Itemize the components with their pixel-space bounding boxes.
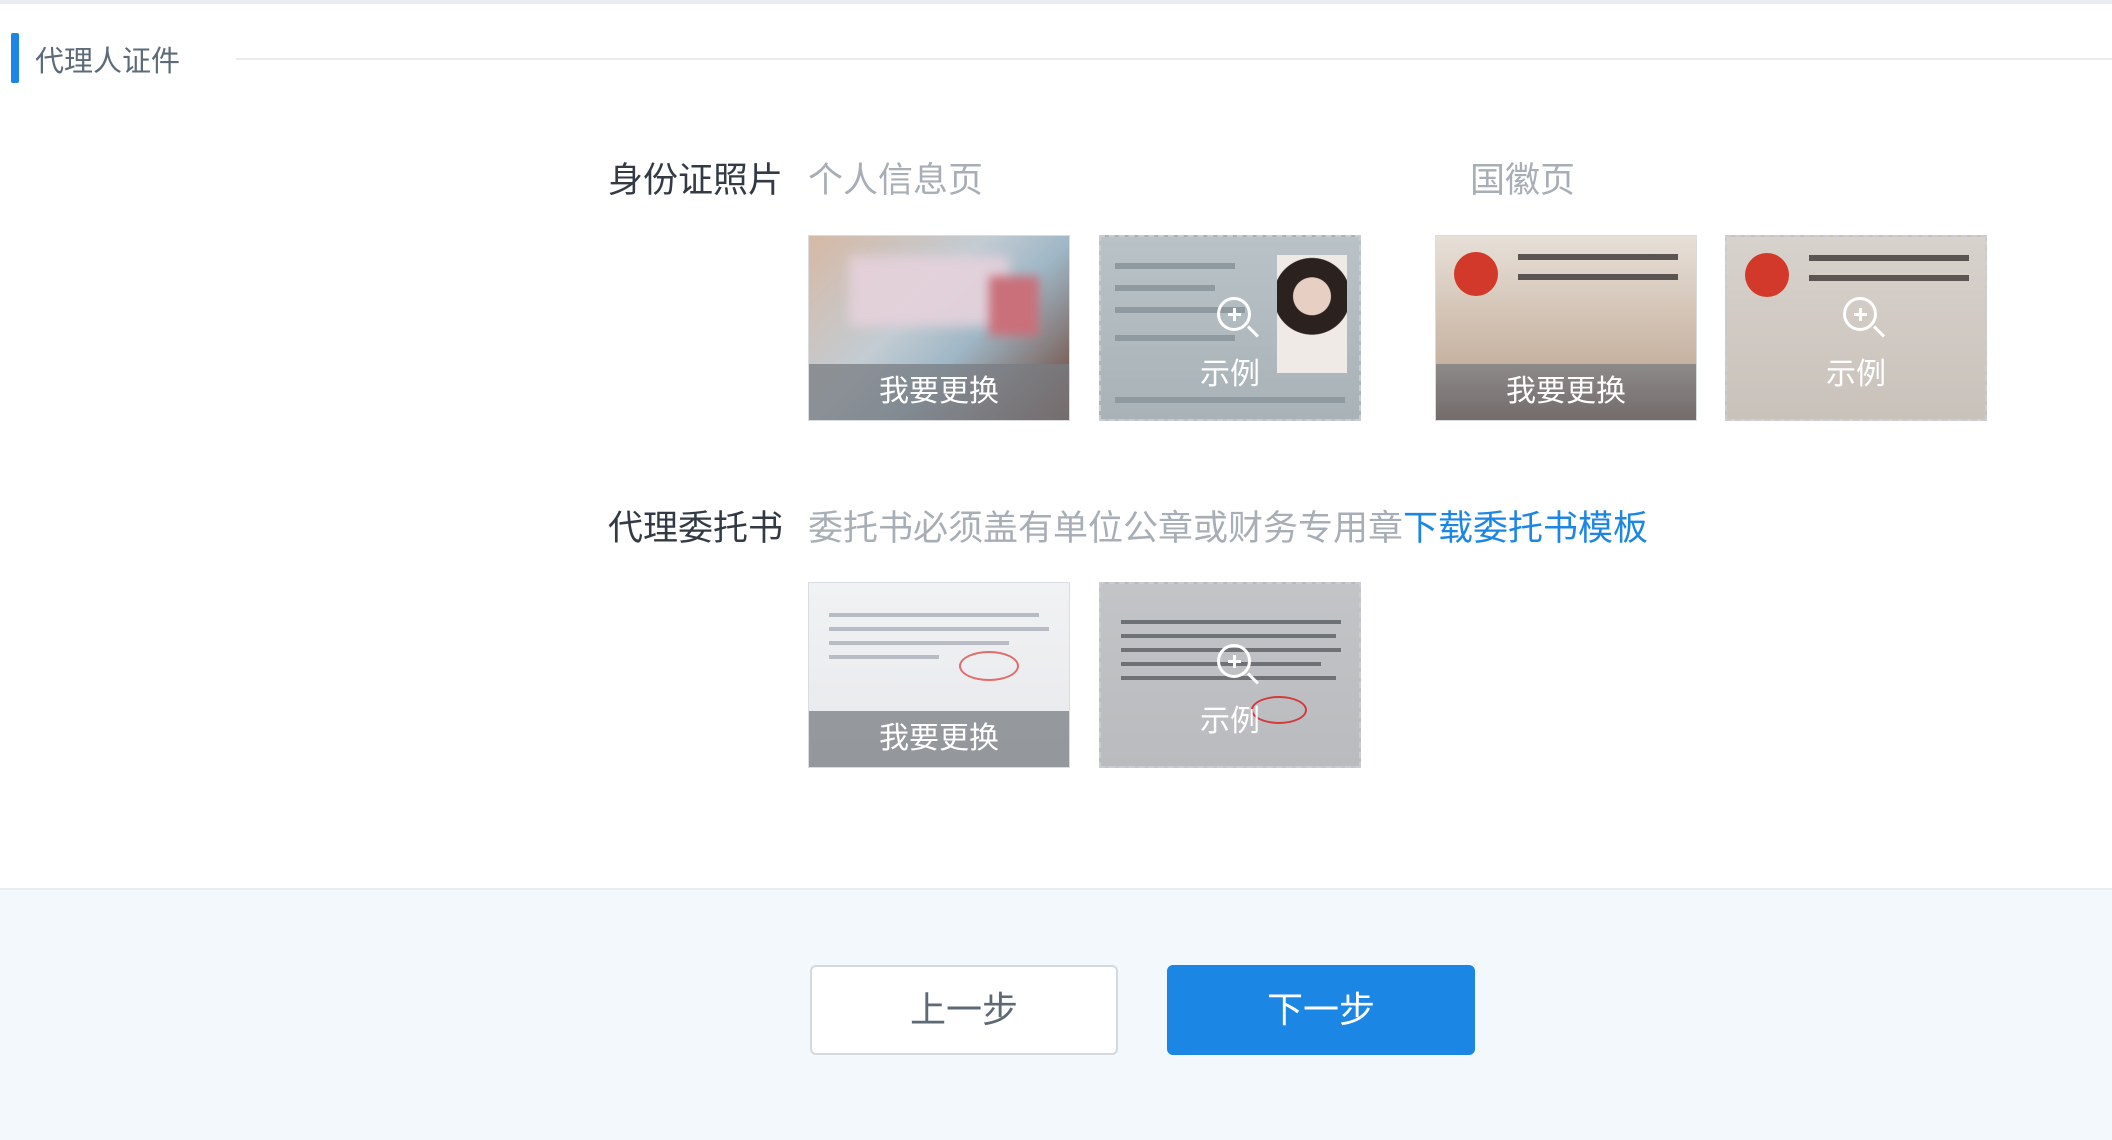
authorization-sample-label: 示例 — [1200, 704, 1260, 739]
id-front-upload[interactable]: 我要更换 — [808, 235, 1070, 421]
section-header: 代理人证件 — [0, 30, 2112, 83]
id-front-caption: 个人信息页 — [808, 161, 984, 201]
id-back-caption: 国徽页 — [1470, 161, 1576, 201]
id-front-sample[interactable]: 示例 — [1099, 235, 1361, 421]
id-photo-label: 身份证照片 — [608, 161, 784, 201]
zoom-in-icon[interactable] — [1217, 644, 1251, 678]
id-back-sample[interactable]: 示例 — [1725, 235, 1987, 421]
back-sample-label: 示例 — [1826, 357, 1886, 392]
id-back-upload[interactable]: 我要更换 — [1435, 235, 1697, 421]
footer: 上一步 下一步 — [0, 888, 2112, 1140]
download-template-link[interactable]: 下载委托书模板 — [1403, 509, 1648, 549]
uploaded-photo-face — [989, 276, 1039, 336]
national-emblem-icon — [1454, 252, 1498, 296]
top-rule — [0, 0, 2112, 4]
national-emblem-icon — [1745, 253, 1789, 297]
authorization-upload[interactable]: 我要更换 — [808, 582, 1070, 768]
zoom-in-icon[interactable] — [1843, 297, 1877, 331]
replace-front-button[interactable]: 我要更换 — [809, 364, 1069, 420]
replace-back-button[interactable]: 我要更换 — [1436, 364, 1696, 420]
prev-step-button[interactable]: 上一步 — [810, 965, 1118, 1055]
front-sample-label: 示例 — [1200, 357, 1260, 392]
section-title: 代理人证件 — [35, 44, 181, 78]
uploaded-photo — [849, 256, 1009, 326]
replace-authorization-button[interactable]: 我要更换 — [809, 711, 1069, 767]
next-step-button[interactable]: 下一步 — [1167, 965, 1475, 1055]
authorization-sample[interactable]: 示例 — [1099, 582, 1361, 768]
section-divider — [236, 58, 2112, 60]
zoom-in-icon[interactable] — [1217, 297, 1251, 331]
authorization-label: 代理委托书 — [608, 509, 784, 549]
authorization-hint: 委托书必须盖有单位公章或财务专用章下载委托书模板 — [808, 500, 1648, 551]
seal-stamp — [959, 651, 1019, 681]
authorization-hint-text: 委托书必须盖有单位公章或财务专用章 — [808, 509, 1404, 549]
section-accent-bar — [11, 33, 19, 83]
